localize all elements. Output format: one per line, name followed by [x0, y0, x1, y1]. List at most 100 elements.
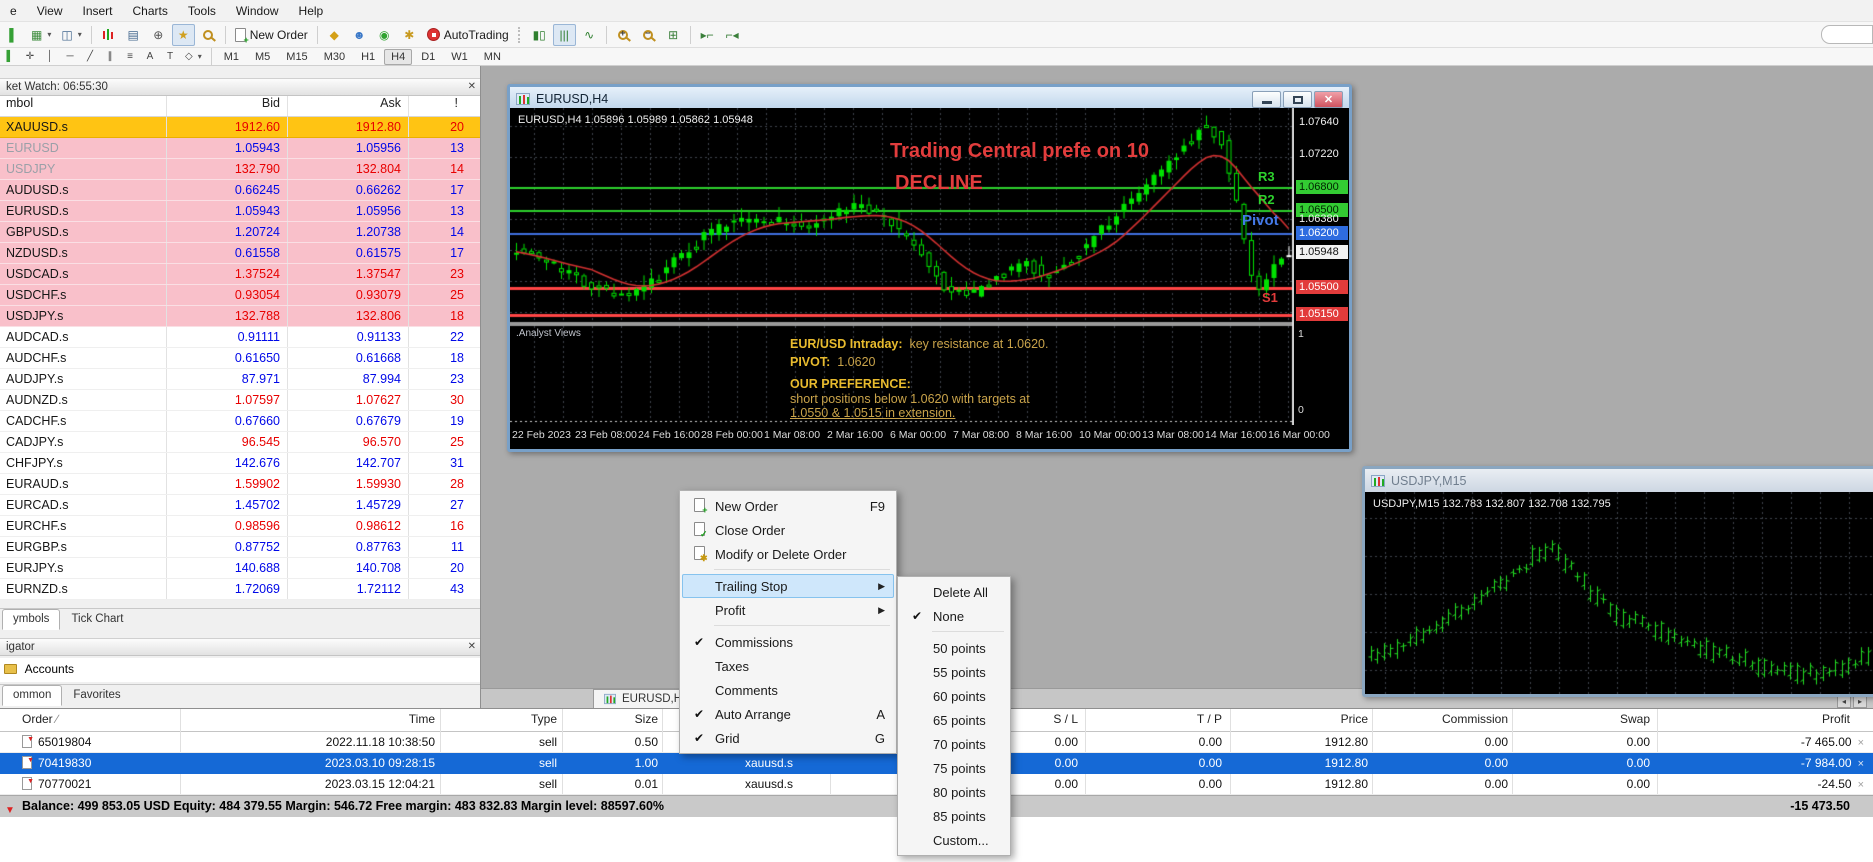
- timeframe-mn[interactable]: MN: [477, 49, 508, 65]
- menu-item-auto-arrange[interactable]: ✔Auto ArrangeA: [682, 702, 894, 726]
- zoom-in-button[interactable]: +: [612, 24, 635, 46]
- timeframe-m5[interactable]: M5: [248, 49, 277, 65]
- tab-tickchart[interactable]: Tick Chart: [60, 609, 134, 630]
- market-watch-row-eurnzd-s[interactable]: EURNZD.s1.720691.7211243: [0, 579, 480, 600]
- menu-item-55-points[interactable]: 55 points: [900, 660, 1008, 684]
- maximize-button[interactable]: [1283, 91, 1312, 108]
- close-position-icon[interactable]: ×: [1858, 737, 1864, 749]
- new-order-button[interactable]: +New Order: [231, 24, 312, 46]
- menu-insert[interactable]: Insert: [72, 0, 122, 21]
- data-window-toggle[interactable]: ▤: [122, 24, 145, 46]
- minimize-button[interactable]: [1252, 91, 1281, 108]
- menu-item-60-points[interactable]: 60 points: [900, 684, 1008, 708]
- menu-item-trailing-stop[interactable]: Trailing Stop▶: [682, 574, 894, 598]
- profiles-button[interactable]: ◫▾: [57, 24, 85, 46]
- crosshair-tool[interactable]: ✛: [21, 49, 39, 64]
- market-watch-row-eurusd[interactable]: EURUSD1.059431.0595613: [0, 138, 480, 159]
- market-watch-row-audchf-s[interactable]: AUDCHF.s0.616500.6166818: [0, 348, 480, 369]
- clipped-tool-icon[interactable]: ▌: [1, 49, 19, 64]
- menu-item-80-points[interactable]: 80 points: [900, 780, 1008, 804]
- close-position-icon[interactable]: ×: [1858, 758, 1864, 770]
- market-watch-row-usdchf-s[interactable]: USDCHF.s0.930540.9307925: [0, 285, 480, 306]
- market-watch-row-eurchf-s[interactable]: EURCHF.s0.985960.9861216: [0, 516, 480, 537]
- tab-ymbols[interactable]: ymbols: [2, 609, 60, 630]
- new-chart-button[interactable]: ▦▾: [27, 24, 55, 46]
- timeframe-h1[interactable]: H1: [354, 49, 382, 65]
- market-watch-row-cadjpy-s[interactable]: CADJPY.s96.54596.57025: [0, 432, 480, 453]
- menu-item-delete-all[interactable]: Delete All: [900, 580, 1008, 604]
- menu-item-modify-or-delete-order[interactable]: ✱Modify or Delete Order: [682, 542, 894, 566]
- ea-settings-button[interactable]: ✱: [398, 24, 421, 46]
- market-watch-row-usdcad-s[interactable]: USDCAD.s1.375241.3754723: [0, 264, 480, 285]
- zoom-out-button[interactable]: −: [637, 24, 660, 46]
- tab-ommon[interactable]: ommon: [2, 685, 62, 706]
- market-watch-toggle[interactable]: [97, 24, 120, 46]
- terminal-column-price[interactable]: Price: [1235, 709, 1368, 730]
- menu-item-none[interactable]: ✔None: [900, 604, 1008, 628]
- menu-e[interactable]: e: [0, 0, 27, 21]
- navigator-toggle[interactable]: ⊕: [147, 24, 170, 46]
- community-button[interactable]: ☻: [348, 24, 371, 46]
- market-watch-row-audjpy-s[interactable]: AUDJPY.s87.97187.99423: [0, 369, 480, 390]
- terminal-toggle[interactable]: ★: [172, 24, 195, 46]
- indicators-button[interactable]: ◆: [323, 24, 346, 46]
- menu-item-70-points[interactable]: 70 points: [900, 732, 1008, 756]
- close-button[interactable]: ✕: [1314, 91, 1343, 108]
- market-watch-row-gbpusd-s[interactable]: GBPUSD.s1.207241.2073814: [0, 222, 480, 243]
- trendline-tool[interactable]: ╱: [81, 49, 99, 64]
- fibonacci-tool[interactable]: ≡: [121, 49, 139, 64]
- terminal-column-profit[interactable]: Profit: [1660, 709, 1850, 730]
- menu-item-new-order[interactable]: +New OrderF9: [682, 494, 894, 518]
- column-spread[interactable]: !: [408, 96, 458, 117]
- market-watch-row-euraud-s[interactable]: EURAUD.s1.599021.5993028: [0, 474, 480, 495]
- market-watch-row-eurjpy-s[interactable]: EURJPY.s140.688140.70820: [0, 558, 480, 579]
- timeframe-m15[interactable]: M15: [279, 49, 314, 65]
- menu-item-85-points[interactable]: 85 points: [900, 804, 1008, 828]
- market-watch-row-cadchf-s[interactable]: CADCHF.s0.676600.6767919: [0, 411, 480, 432]
- terminal-column-swap[interactable]: Swap: [1515, 709, 1650, 730]
- market-watch-row-audcad-s[interactable]: AUDCAD.s0.911110.9113322: [0, 327, 480, 348]
- navigator-close-icon[interactable]: ✕: [468, 641, 476, 652]
- usdjpy-chart-canvas[interactable]: [1365, 492, 1873, 694]
- menu-tools[interactable]: Tools: [178, 0, 226, 21]
- menu-help[interactable]: Help: [289, 0, 334, 21]
- channel-tool[interactable]: ∥: [101, 49, 119, 64]
- menu-charts[interactable]: Charts: [123, 0, 178, 21]
- timeframe-h4[interactable]: H4: [384, 49, 412, 65]
- market-watch-row-usdjpy[interactable]: USDJPY132.790132.80414: [0, 159, 480, 180]
- menu-item-50-points[interactable]: 50 points: [900, 636, 1008, 660]
- market-watch-row-audusd-s[interactable]: AUDUSD.s0.662450.6626217: [0, 180, 480, 201]
- terminal-column-commission[interactable]: Commission: [1375, 709, 1508, 730]
- menu-item-custom[interactable]: Custom...: [900, 828, 1008, 852]
- menu-item-profit[interactable]: Profit▶: [682, 598, 894, 622]
- strategy-tester-toggle[interactable]: [197, 24, 220, 46]
- market-watch-row-eurcad-s[interactable]: EURCAD.s1.457021.4572927: [0, 495, 480, 516]
- text-tool[interactable]: A: [141, 49, 159, 64]
- menu-item-65-points[interactable]: 65 points: [900, 708, 1008, 732]
- market-watch-row-chfjpy-s[interactable]: CHFJPY.s142.676142.70731: [0, 453, 480, 474]
- timeframe-m30[interactable]: M30: [317, 49, 352, 65]
- terminal-column-tp[interactable]: T / P: [1090, 709, 1222, 730]
- navigator-item-accounts[interactable]: Accounts: [0, 658, 480, 682]
- timeframe-d1[interactable]: D1: [414, 49, 442, 65]
- clipped-icon[interactable]: ▌: [2, 24, 25, 46]
- market-watch-row-nzdusd-s[interactable]: NZDUSD.s0.615580.6157517: [0, 243, 480, 264]
- terminal-column-size[interactable]: Size: [565, 709, 658, 730]
- menu-window[interactable]: Window: [226, 0, 289, 21]
- menu-item-grid[interactable]: ✔GridG: [682, 726, 894, 750]
- tab-favorites[interactable]: Favorites: [62, 685, 131, 706]
- market-watch-close-icon[interactable]: ✕: [468, 81, 476, 92]
- horizontal-line-tool[interactable]: ─: [61, 49, 79, 64]
- autotrading-button[interactable]: AutoTrading: [423, 24, 513, 46]
- menu-item-comments[interactable]: Comments: [682, 678, 894, 702]
- market-watch-row-usdjpy-s[interactable]: USDJPY.s132.788132.80618: [0, 306, 480, 327]
- market-watch-row-eurusd-s[interactable]: EURUSD.s1.059431.0595613: [0, 201, 480, 222]
- menu-item-close-order[interactable]: ✓Close Order: [682, 518, 894, 542]
- close-position-icon[interactable]: ×: [1858, 779, 1864, 791]
- timeframe-w1[interactable]: W1: [444, 49, 475, 65]
- menu-item-75-points[interactable]: 75 points: [900, 756, 1008, 780]
- chart-shift-button[interactable]: ⌐◂: [721, 24, 744, 46]
- auto-scroll-button[interactable]: ▸⌐: [696, 24, 719, 46]
- search-input[interactable]: [1821, 25, 1873, 44]
- column-ask[interactable]: Ask: [287, 96, 401, 117]
